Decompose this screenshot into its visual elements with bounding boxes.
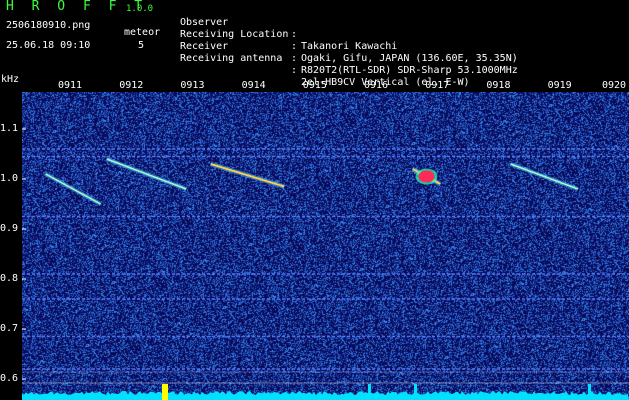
spectrogram bbox=[22, 92, 629, 400]
y-tick-label: 0.6 bbox=[0, 373, 19, 384]
signal-level-peak bbox=[162, 384, 165, 400]
y-tick-label: 0.7 bbox=[0, 323, 19, 334]
x-tick-label: 0917 bbox=[425, 80, 450, 91]
header-panel: H R O F F T 1.0.0 2506180910.png meteor … bbox=[0, 0, 629, 88]
app-version: 1.0.0 bbox=[126, 4, 154, 14]
signal-level-peak bbox=[588, 384, 591, 400]
signal-level-trace bbox=[22, 391, 629, 400]
info-colon: : bbox=[291, 41, 298, 52]
meteor-echo bbox=[45, 173, 101, 205]
spectrogram-overlay bbox=[22, 128, 629, 400]
info-colon: : bbox=[291, 65, 298, 76]
meteor-label: meteor bbox=[124, 27, 161, 38]
meteor-echo bbox=[510, 163, 579, 190]
x-tick-label: 0914 bbox=[241, 80, 266, 91]
signal-level-peak bbox=[414, 384, 417, 400]
y-tick-label: 0.8 bbox=[0, 273, 19, 284]
meteor-echo bbox=[210, 163, 285, 188]
meteor-head bbox=[418, 170, 435, 183]
x-tick-label: 0915 bbox=[302, 80, 327, 91]
y-axis-unit: kHz bbox=[1, 74, 20, 85]
x-tick-label: 0916 bbox=[364, 80, 389, 91]
meteor-echo bbox=[106, 158, 187, 190]
meteor-count: 5 bbox=[138, 40, 145, 51]
x-tick-label: 0911 bbox=[58, 80, 83, 91]
x-tick-label: 0919 bbox=[547, 80, 572, 91]
info-value: R820T2(RTL-SDR) SDR-Sharp 53.1000MHz bbox=[301, 65, 518, 76]
file-name: 2506180910.png bbox=[6, 20, 91, 31]
x-tick-label: 0912 bbox=[119, 80, 144, 91]
x-tick-label: 0918 bbox=[486, 80, 511, 91]
x-tick-label: 0920 bbox=[602, 80, 627, 91]
timestamp: 25.06.18 09:10 bbox=[6, 40, 91, 51]
signal-level-peak bbox=[165, 384, 168, 400]
info-colon: : bbox=[291, 53, 298, 64]
signal-level-peak bbox=[368, 384, 371, 400]
info-value: Ogaki, Gifu, JAPAN (136.60E, 35.35N) bbox=[301, 53, 518, 64]
info-label: Receiving antenna bbox=[180, 53, 283, 64]
y-tick-label: 1.0 bbox=[0, 173, 19, 184]
info-value: Takanori Kawachi bbox=[301, 41, 398, 52]
y-tick-label: 1.1 bbox=[0, 123, 19, 134]
x-tick-label: 0913 bbox=[180, 80, 205, 91]
y-tick-label: 0.9 bbox=[0, 223, 19, 234]
info-colon: : bbox=[291, 29, 298, 40]
